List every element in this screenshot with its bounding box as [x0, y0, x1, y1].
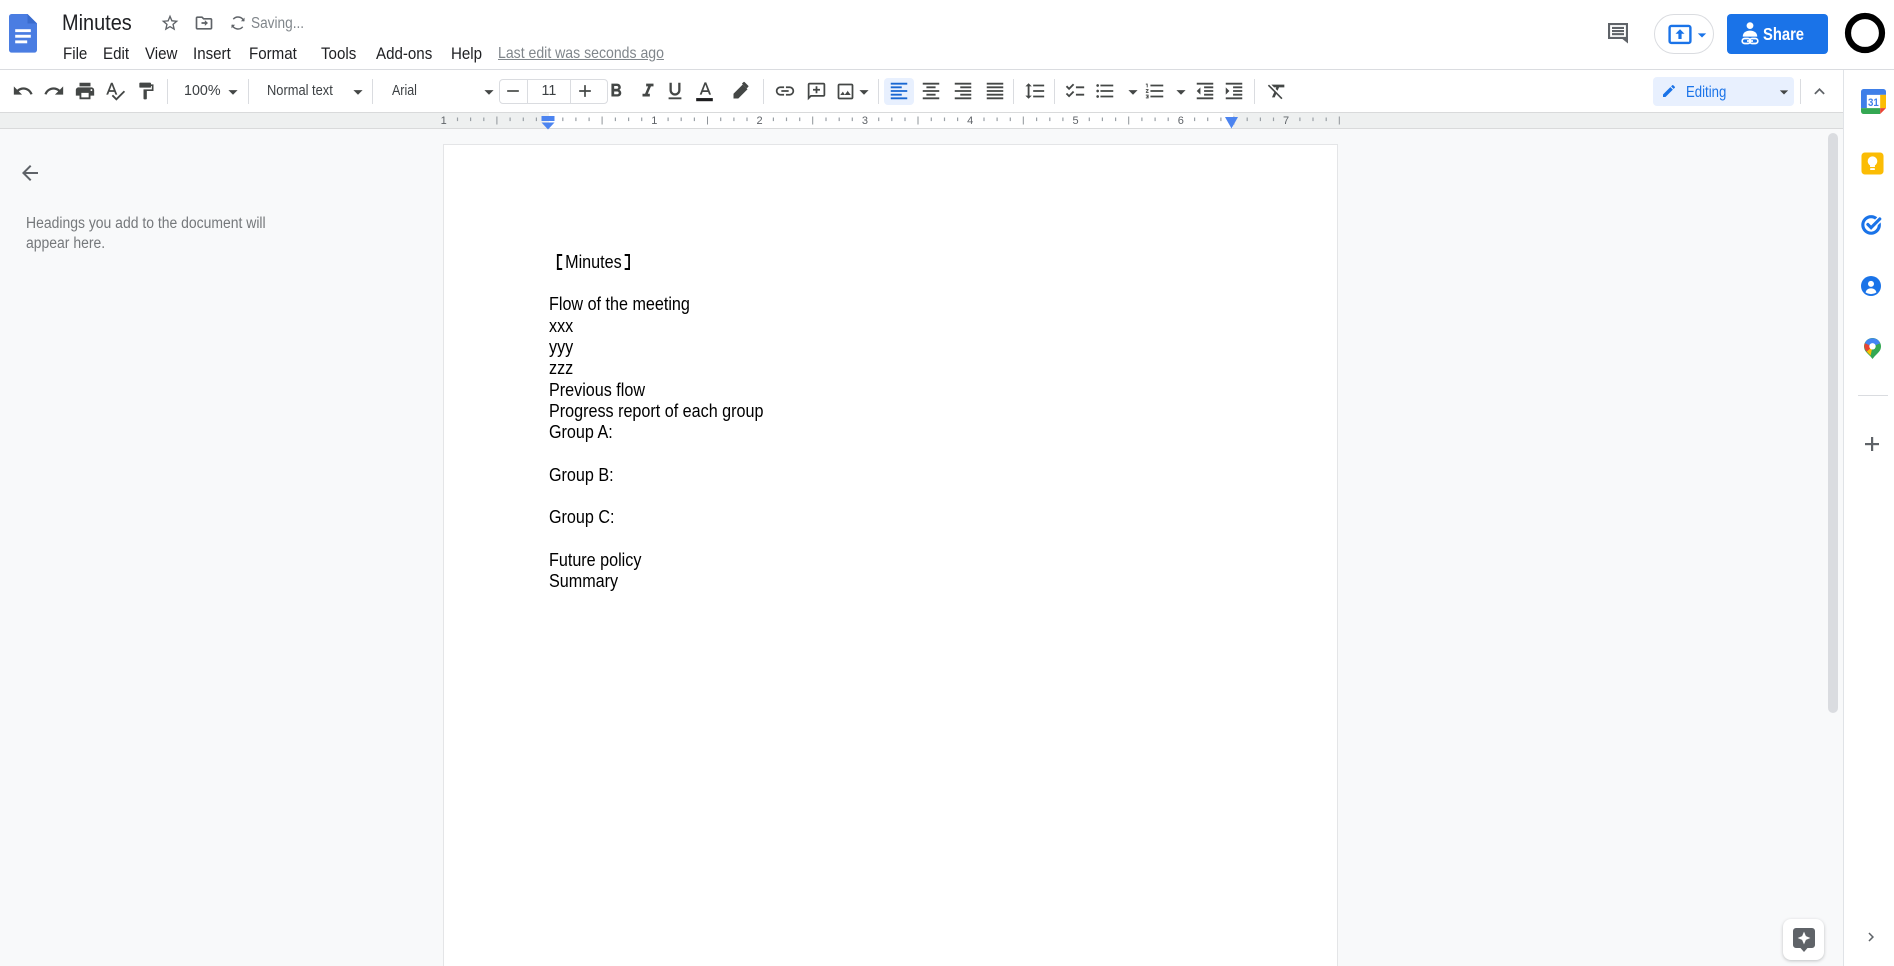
svg-text:4: 4 — [967, 115, 973, 127]
svg-text:2: 2 — [757, 115, 763, 127]
svg-text:6: 6 — [1178, 115, 1184, 127]
svg-text:5: 5 — [1072, 115, 1078, 127]
svg-text:3: 3 — [862, 115, 868, 127]
svg-text:1: 1 — [651, 115, 657, 127]
svg-text:1: 1 — [441, 115, 447, 127]
svg-text:7: 7 — [1283, 115, 1289, 127]
svg-text:31: 31 — [1868, 97, 1879, 109]
